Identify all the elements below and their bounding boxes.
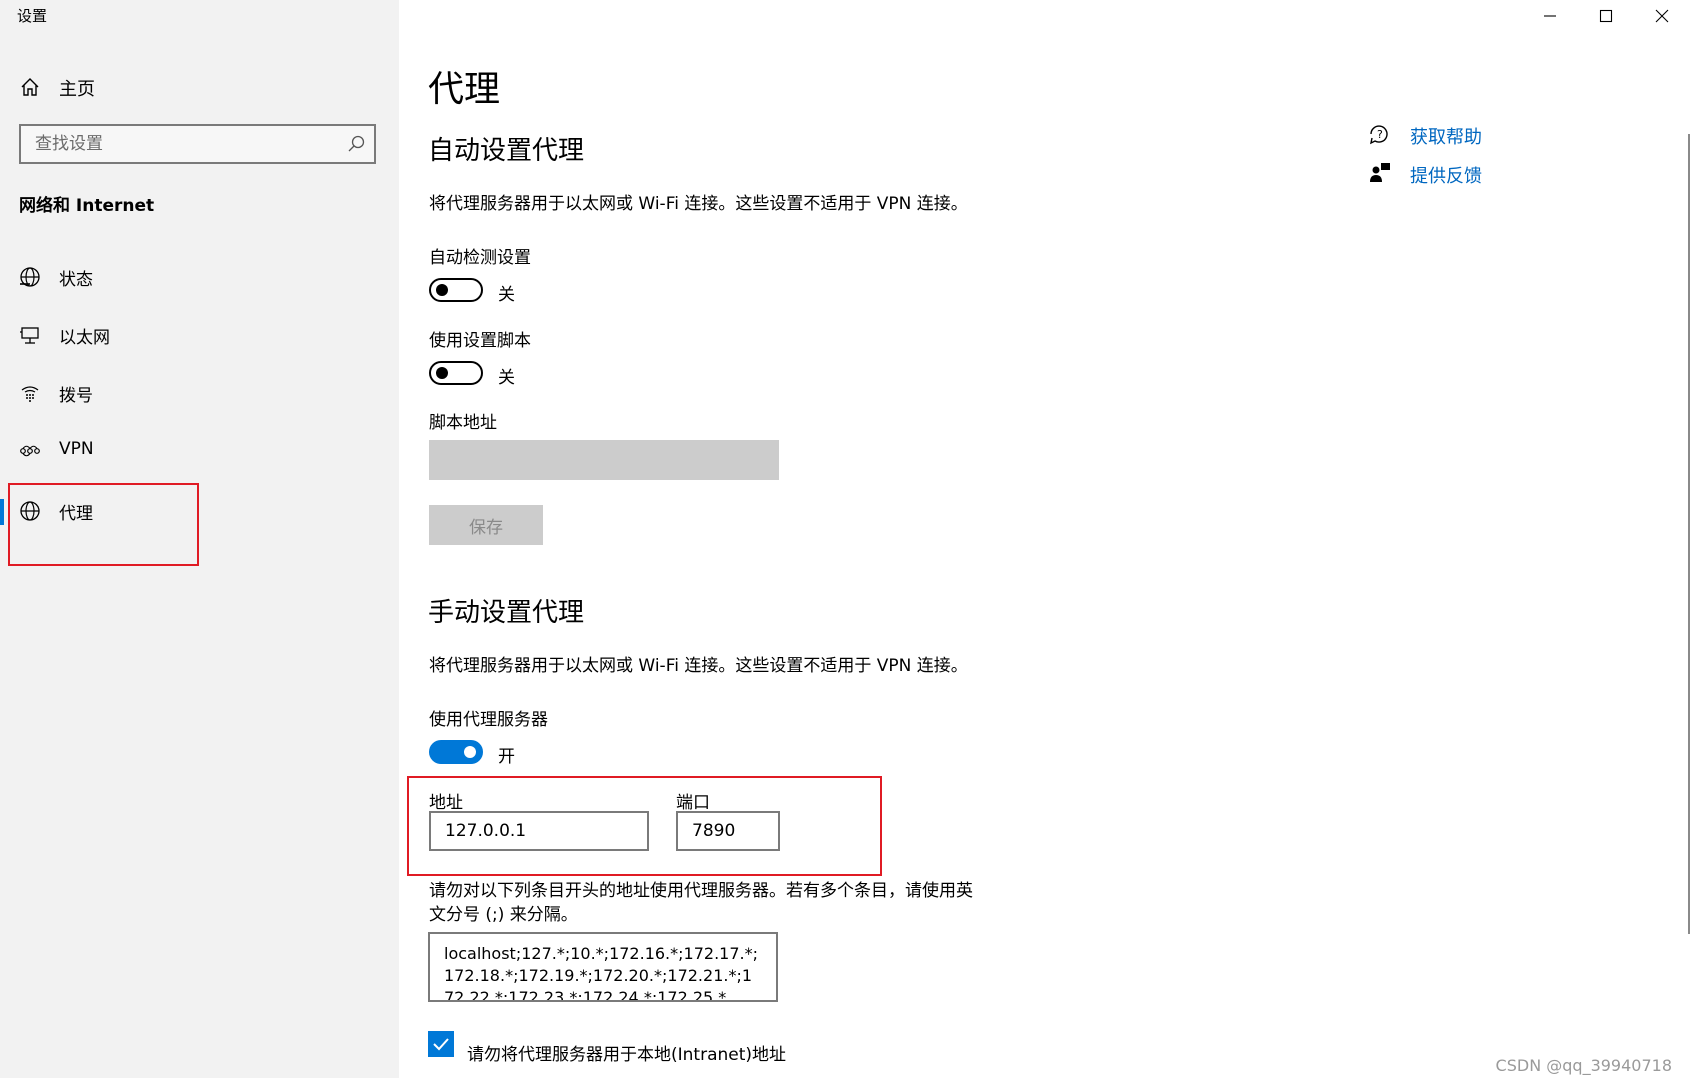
sidebar-item-status[interactable]: 状态 bbox=[0, 252, 399, 302]
use-proxy-state: 开 bbox=[498, 747, 515, 767]
setup-script-state: 关 bbox=[498, 368, 515, 388]
sidebar-item-label: 状态 bbox=[59, 270, 93, 290]
sidebar-item-home[interactable]: 主页 bbox=[0, 66, 399, 108]
window-title: 设置 bbox=[17, 7, 48, 25]
home-icon bbox=[19, 76, 41, 98]
close-icon bbox=[1655, 9, 1669, 23]
watermark: CSDN @qq_39940718 bbox=[1495, 1056, 1672, 1075]
sidebar-item-home-label: 主页 bbox=[59, 79, 95, 100]
toggle-knob bbox=[436, 284, 448, 296]
close-button[interactable] bbox=[1634, 0, 1690, 32]
search-box bbox=[19, 124, 376, 164]
exceptions-textarea[interactable]: localhost;127.*;10.*;172.16.*;172.17.*;1… bbox=[428, 932, 778, 1002]
vpn-icon bbox=[18, 439, 42, 463]
feedback-icon bbox=[1368, 161, 1392, 185]
use-proxy-toggle[interactable] bbox=[429, 740, 483, 764]
search-icon[interactable] bbox=[346, 134, 366, 154]
auto-detect-toggle[interactable] bbox=[429, 278, 483, 302]
auto-proxy-heading: 自动设置代理 bbox=[428, 136, 585, 166]
exceptions-hint-line1: 请勿对以下列条目开头的地址使用代理服务器。若有多个条目，请使用英 bbox=[429, 881, 973, 901]
toggle-knob bbox=[436, 367, 448, 379]
bypass-local-checkbox[interactable] bbox=[428, 1031, 454, 1057]
bypass-local-label: 请勿将代理服务器用于本地(Intranet)地址 bbox=[467, 1045, 787, 1065]
highlight-box-address-port bbox=[407, 776, 882, 876]
scrollbar-thumb[interactable] bbox=[1688, 134, 1690, 934]
save-button[interactable]: 保存 bbox=[429, 505, 543, 545]
search-input[interactable] bbox=[21, 126, 341, 162]
checkmark-icon bbox=[433, 1038, 449, 1051]
maximize-icon bbox=[1599, 9, 1613, 23]
give-feedback-link[interactable]: 提供反馈 bbox=[1410, 162, 1482, 188]
exceptions-hint: 请勿对以下列条目开头的地址使用代理服务器。若有多个条目，请使用英 文分号 (;)… bbox=[429, 879, 973, 927]
auto-proxy-description: 将代理服务器用于以太网或 Wi-Fi 连接。这些设置不适用于 VPN 连接。 bbox=[429, 194, 968, 214]
dialup-icon bbox=[18, 381, 42, 405]
manual-proxy-description: 将代理服务器用于以太网或 Wi-Fi 连接。这些设置不适用于 VPN 连接。 bbox=[429, 656, 968, 676]
get-help-link[interactable]: 获取帮助 bbox=[1410, 123, 1482, 149]
sidebar-item-label: 拨号 bbox=[59, 386, 93, 406]
manual-proxy-heading: 手动设置代理 bbox=[428, 598, 585, 628]
sidebar-item-label: 以太网 bbox=[59, 328, 110, 348]
exceptions-hint-line2: 文分号 (;) 来分隔。 bbox=[429, 905, 578, 925]
globe-status-icon bbox=[18, 265, 42, 289]
use-proxy-label: 使用代理服务器 bbox=[429, 710, 548, 730]
setup-script-label: 使用设置脚本 bbox=[429, 331, 531, 351]
scrollbar[interactable] bbox=[1686, 0, 1692, 1078]
selected-indicator bbox=[0, 499, 4, 525]
toggle-knob bbox=[464, 746, 476, 758]
sidebar-item-vpn[interactable]: VPN bbox=[0, 426, 399, 476]
svg-text:?: ? bbox=[1377, 128, 1383, 141]
ethernet-icon bbox=[18, 323, 42, 347]
sidebar-item-dialup[interactable]: 拨号 bbox=[0, 368, 399, 418]
maximize-button[interactable] bbox=[1578, 0, 1634, 32]
script-address-input[interactable] bbox=[429, 440, 779, 480]
auto-detect-state: 关 bbox=[498, 285, 515, 305]
highlight-box-proxy-nav bbox=[8, 483, 199, 566]
minimize-icon bbox=[1544, 15, 1556, 17]
sidebar-item-label: VPN bbox=[59, 439, 94, 459]
page-title: 代理 bbox=[428, 69, 501, 110]
help-icon: ? bbox=[1368, 122, 1392, 146]
minimize-button[interactable] bbox=[1522, 0, 1578, 32]
script-address-label: 脚本地址 bbox=[429, 413, 497, 433]
section-title: 网络和 Internet bbox=[19, 196, 155, 216]
setup-script-toggle[interactable] bbox=[429, 361, 483, 385]
auto-detect-label: 自动检测设置 bbox=[429, 248, 531, 268]
sidebar-item-ethernet[interactable]: 以太网 bbox=[0, 310, 399, 360]
